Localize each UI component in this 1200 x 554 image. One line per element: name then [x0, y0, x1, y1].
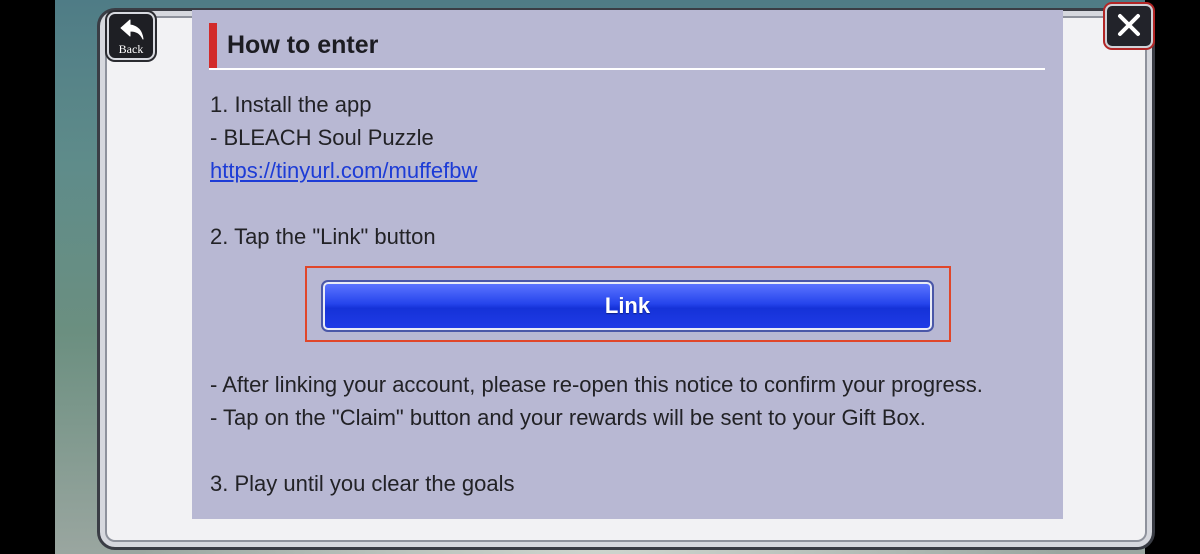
heading-accent-bar: [209, 23, 217, 69]
notice-content-panel: How to enter 1. Install the app - BLEACH…: [192, 10, 1063, 519]
step3-title: 3. Play until you clear the goals: [210, 471, 515, 496]
link-button[interactable]: Link: [321, 280, 934, 332]
back-arrow-icon: [120, 19, 144, 40]
back-label: Back: [118, 42, 144, 56]
step2-title: 2. Tap the "Link" button: [210, 224, 436, 249]
heading-divider: [209, 68, 1045, 70]
screen-edge-left: [0, 0, 55, 554]
step1-app-name: - BLEACH Soul Puzzle: [210, 125, 434, 150]
close-x-icon: [1118, 14, 1140, 36]
back-button[interactable]: Back: [107, 12, 155, 60]
close-button[interactable]: [1105, 4, 1153, 48]
app-download-link[interactable]: https://tinyurl.com/muffefbw: [210, 158, 477, 184]
step1-title: 1. Install the app: [210, 92, 372, 117]
note-claim: - Tap on the "Claim" button and your rew…: [210, 405, 926, 430]
notice-heading: How to enter: [209, 23, 1045, 69]
heading-title: How to enter: [227, 31, 379, 59]
note-relink: - After linking your account, please re-…: [210, 372, 983, 397]
